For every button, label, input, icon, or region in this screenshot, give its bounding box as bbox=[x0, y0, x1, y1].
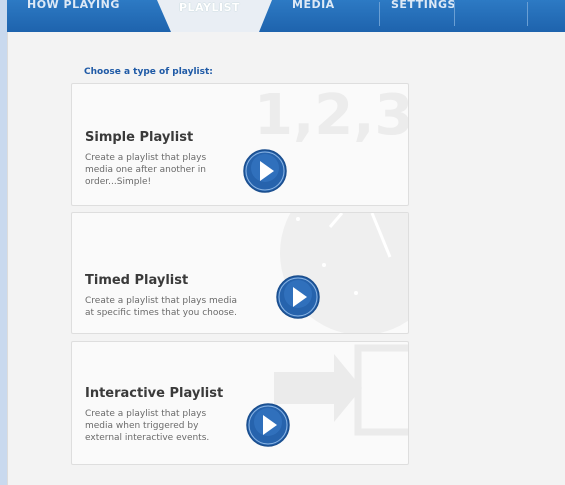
tab-media[interactable]: MEDIA bbox=[292, 0, 335, 32]
play-icon[interactable] bbox=[245, 402, 291, 448]
play-icon[interactable] bbox=[242, 148, 288, 194]
svg-text:1,2,3: 1,2,3 bbox=[254, 84, 408, 148]
tab-now-playing[interactable]: HOW PLAYING bbox=[27, 0, 120, 32]
card-title: Interactive Playlist bbox=[85, 386, 224, 401]
arrow-in-icon bbox=[274, 344, 408, 436]
tab-settings[interactable]: SETTINGS bbox=[391, 0, 456, 32]
tab-label: PLAYLIST bbox=[179, 1, 241, 14]
card-title: Simple Playlist bbox=[85, 130, 194, 145]
card-description: Create a playlist that plays media at sp… bbox=[85, 296, 238, 318]
interactive-playlist-card[interactable]: Interactive Playlist Create a playlist t… bbox=[71, 341, 409, 465]
tab-label: HOW PLAYING bbox=[27, 0, 120, 11]
tab-divider bbox=[454, 2, 455, 26]
top-nav: HOW PLAYING PLAYLIST MEDIA SETTINGS bbox=[7, 0, 565, 32]
tab-label: MEDIA bbox=[292, 0, 335, 11]
tab-divider bbox=[379, 2, 380, 26]
tab-divider bbox=[527, 2, 528, 26]
timed-playlist-card[interactable]: Timed Playlist Create a playlist that pl… bbox=[71, 212, 409, 334]
page-heading: Choose a type of playlist: bbox=[84, 67, 213, 77]
tab-playlist[interactable]: PLAYLIST bbox=[157, 0, 272, 32]
simple-playlist-card[interactable]: 1,2,3 Simple Playlist Create a playlist … bbox=[71, 83, 409, 206]
card-description: Create a playlist that plays media when … bbox=[85, 409, 210, 443]
card-description: Create a playlist that plays media one a… bbox=[85, 153, 207, 187]
card-title: Timed Playlist bbox=[85, 273, 189, 288]
tab-label: SETTINGS bbox=[391, 0, 456, 11]
play-icon[interactable] bbox=[275, 274, 321, 320]
